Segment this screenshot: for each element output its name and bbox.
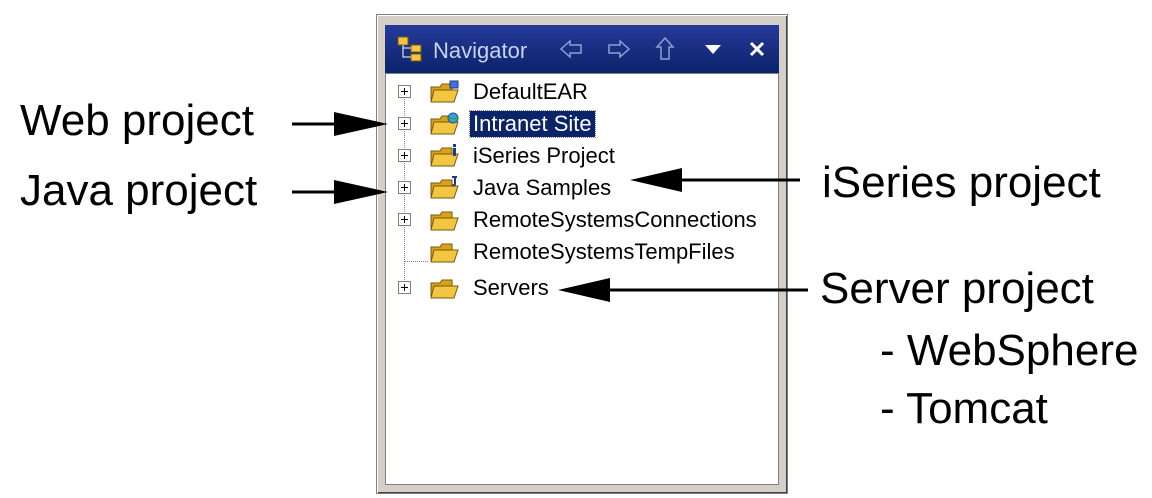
arrow-server-project <box>558 278 808 302</box>
arrow-java-project <box>292 180 388 204</box>
arrow-iseries-project <box>630 168 800 192</box>
annotation-arrows <box>292 112 808 302</box>
arrow-web-project <box>292 112 388 136</box>
